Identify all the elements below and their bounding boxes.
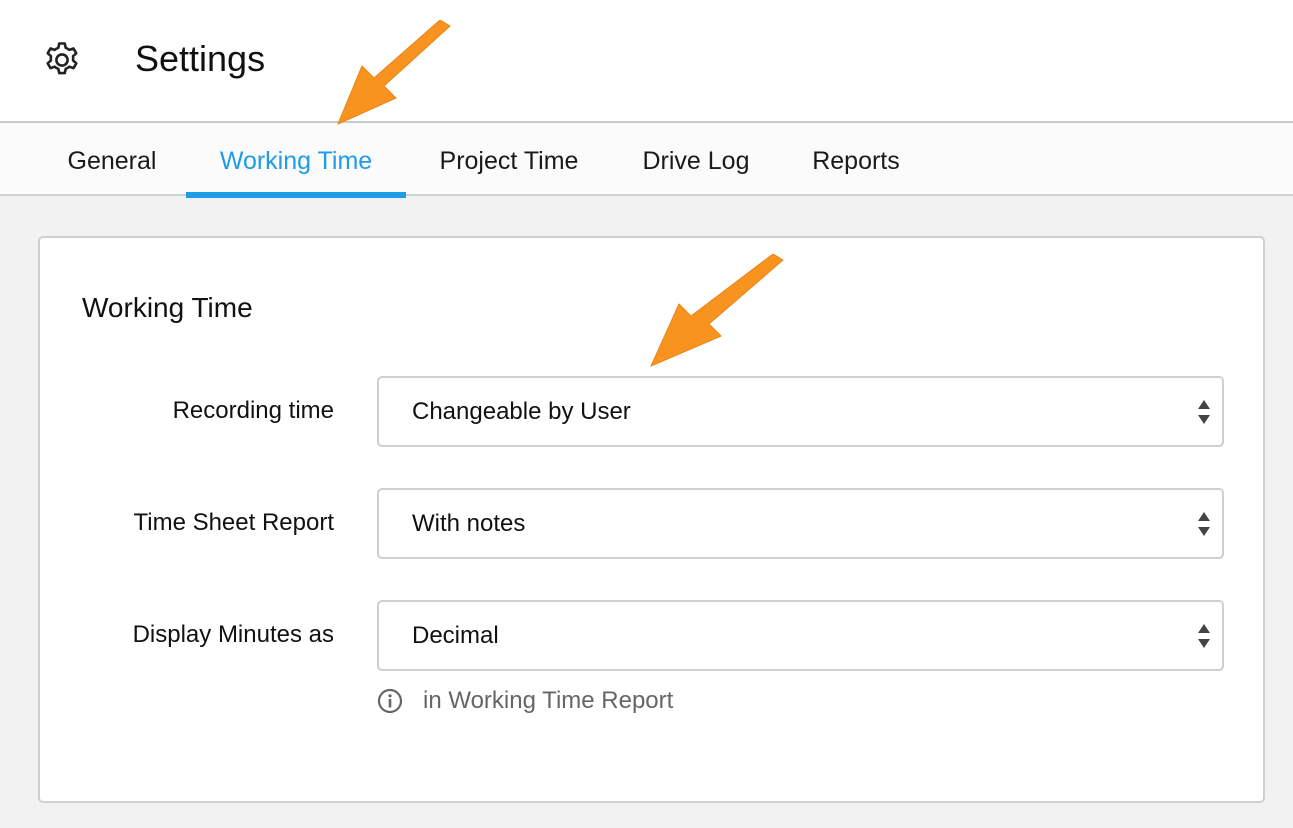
working-time-card: Working Time Recording time Changeable b… [38, 236, 1265, 803]
header: Settings [0, 0, 1293, 121]
card-title: Working Time [82, 292, 253, 323]
tab-reports[interactable]: Reports [796, 123, 916, 196]
recording-time-select[interactable]: Changeable by User [377, 376, 1224, 447]
tab-general[interactable]: General [40, 123, 184, 196]
select-value: Changeable by User [412, 398, 631, 425]
select-arrows-icon [1198, 400, 1210, 424]
hint-text: in Working Time Report [423, 687, 674, 714]
tab-project-time[interactable]: Project Time [420, 123, 598, 196]
select-arrows-icon [1198, 624, 1210, 648]
recording-time-label: Recording time [172, 397, 334, 424]
tab-bar: General Working Time Project Time Drive … [0, 121, 1293, 198]
time-sheet-report-label: Time Sheet Report [133, 509, 334, 536]
display-minutes-select[interactable]: Decimal [377, 600, 1224, 671]
tab-drive-log[interactable]: Drive Log [628, 123, 764, 196]
info-icon [377, 688, 403, 714]
select-arrows-icon [1198, 512, 1210, 536]
select-value: Decimal [412, 622, 499, 649]
time-sheet-report-select[interactable]: With notes [377, 488, 1224, 559]
display-minutes-label: Display Minutes as [132, 621, 334, 648]
page-title: Settings [135, 38, 266, 79]
tab-working-time[interactable]: Working Time [186, 123, 406, 198]
gear-icon [46, 42, 78, 75]
select-value: With notes [412, 510, 526, 537]
